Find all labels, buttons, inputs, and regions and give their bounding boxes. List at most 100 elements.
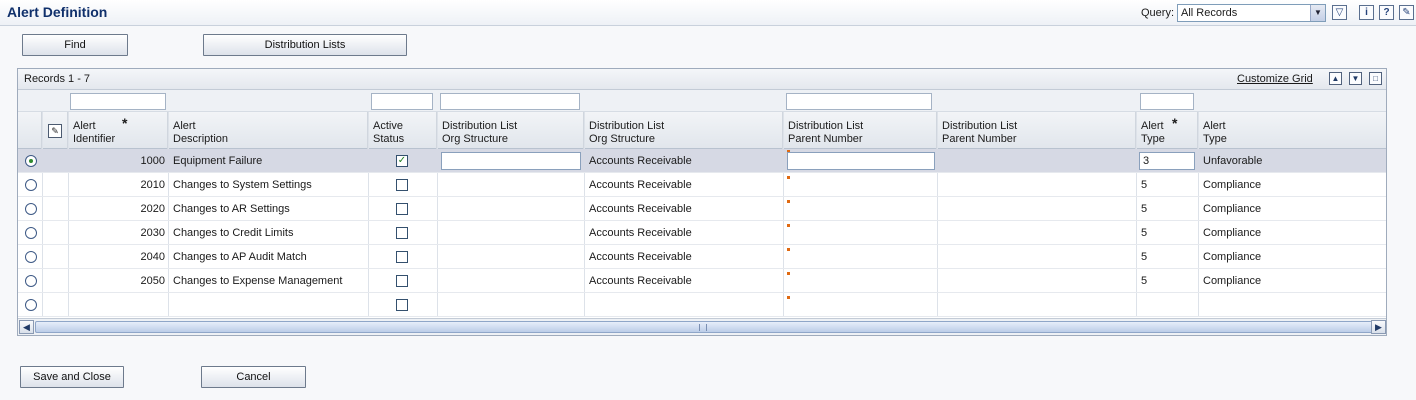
alert-identifier-cell: 2030 bbox=[140, 227, 165, 239]
alert-identifier-cell: 2040 bbox=[140, 251, 165, 263]
alert-type-cell: 5 bbox=[1141, 275, 1148, 287]
col-alert-type-desc[interactable]: Alert Type bbox=[1198, 112, 1386, 149]
org-structure-cell: Accounts Receivable bbox=[589, 251, 692, 263]
active-status-checkbox[interactable] bbox=[396, 179, 408, 191]
org-structure-input[interactable] bbox=[441, 152, 581, 170]
col-alert-type-code[interactable]: Alert Type * bbox=[1136, 112, 1198, 149]
col-parent-number-code[interactable]: Distribution List Parent Number bbox=[783, 112, 937, 149]
parent-number-input[interactable] bbox=[787, 152, 935, 170]
alert-type-desc-cell: Compliance bbox=[1203, 251, 1262, 263]
org-structure-cell bbox=[589, 293, 783, 317]
scroll-right-icon[interactable]: ▶ bbox=[1371, 320, 1386, 334]
qbe-active-status[interactable] bbox=[371, 93, 433, 110]
alert-identifier-cell: 2010 bbox=[140, 179, 165, 191]
col-edit: ✎ bbox=[42, 112, 68, 149]
alert-type-desc-cell: Unfavorable bbox=[1203, 155, 1263, 167]
title-bar: Alert Definition Query: All Records ▼ ▽ … bbox=[0, 0, 1416, 26]
scrollbar-thumb[interactable] bbox=[35, 321, 1373, 333]
row-select-radio[interactable] bbox=[25, 179, 37, 191]
find-button[interactable]: Find bbox=[22, 34, 128, 56]
alert-type-desc-cell: Compliance bbox=[1203, 203, 1262, 215]
alert-identifier-cell: 2020 bbox=[140, 203, 165, 215]
active-status-checkbox[interactable] bbox=[396, 203, 408, 215]
help-icon[interactable]: ? bbox=[1379, 5, 1394, 20]
column-headers: ✎ Alert Identifier * Alert Description A… bbox=[18, 112, 1386, 149]
table-row[interactable]: 2040 Changes to AP Audit Match Accounts … bbox=[18, 245, 1386, 269]
row-select-radio[interactable] bbox=[25, 299, 37, 311]
col-org-structure-code[interactable]: Distribution List Org Structure bbox=[437, 112, 584, 149]
active-status-checkbox[interactable] bbox=[396, 275, 408, 287]
parent-number-marker bbox=[787, 224, 790, 227]
active-status-checkbox[interactable] bbox=[396, 299, 408, 311]
active-status-checkbox[interactable] bbox=[396, 251, 408, 263]
alert-type-desc-cell: Compliance bbox=[1203, 275, 1262, 287]
required-icon: * bbox=[1172, 115, 1178, 131]
col-select bbox=[18, 112, 42, 149]
col-active-status[interactable]: Active Status bbox=[368, 112, 437, 149]
table-row[interactable]: 2030 Changes to Credit Limits Accounts R… bbox=[18, 221, 1386, 245]
filter-icon[interactable]: ▽ bbox=[1332, 5, 1347, 20]
alert-identifier-cell: 1000 bbox=[140, 155, 165, 167]
row-select-radio[interactable] bbox=[25, 227, 37, 239]
page-title: Alert Definition bbox=[7, 4, 108, 20]
alert-type-cell: 5 bbox=[1141, 203, 1148, 215]
horizontal-scrollbar[interactable]: ◀ ▶ bbox=[18, 318, 1386, 335]
alert-type-desc-cell bbox=[1203, 293, 1386, 317]
alert-type-cell bbox=[1141, 293, 1198, 317]
qbe-alert-identifier[interactable] bbox=[70, 93, 166, 110]
alert-description-cell: Changes to Credit Limits bbox=[173, 227, 294, 239]
edit-icon[interactable]: ✎ bbox=[48, 124, 62, 138]
col-parent-number-desc[interactable]: Distribution List Parent Number bbox=[937, 112, 1136, 149]
alert-description-cell bbox=[173, 293, 368, 317]
parent-number-marker bbox=[787, 200, 790, 203]
qbe-org-structure[interactable] bbox=[440, 93, 580, 110]
maximize-icon[interactable]: □ bbox=[1369, 72, 1382, 85]
alert-description-cell: Changes to AR Settings bbox=[173, 203, 290, 215]
alert-type-desc-cell: Compliance bbox=[1203, 179, 1262, 191]
row-select-radio[interactable] bbox=[25, 155, 37, 167]
active-status-checkbox[interactable] bbox=[396, 227, 408, 239]
alert-type-cell: 5 bbox=[1141, 251, 1148, 263]
table-row[interactable]: 2010 Changes to System Settings Accounts… bbox=[18, 173, 1386, 197]
row-select-radio[interactable] bbox=[25, 203, 37, 215]
alert-type-input[interactable]: 3 bbox=[1139, 152, 1195, 170]
save-and-close-button[interactable]: Save and Close bbox=[20, 366, 124, 388]
table-row[interactable]: 1000 Equipment Failure ✓ Accounts Receiv… bbox=[18, 149, 1386, 173]
query-select-value: All Records bbox=[1181, 7, 1238, 19]
row-select-radio[interactable] bbox=[25, 275, 37, 287]
parent-number-marker bbox=[787, 176, 790, 179]
table-row[interactable] bbox=[18, 293, 1386, 317]
distribution-lists-button[interactable]: Distribution Lists bbox=[203, 34, 407, 56]
col-alert-description[interactable]: Alert Description bbox=[168, 112, 368, 149]
alert-grid: Records 1 - 7 Customize Grid ▲ ▼ □ ✎ Ale… bbox=[17, 68, 1387, 336]
qbe-alert-type[interactable] bbox=[1140, 93, 1194, 110]
info-icon[interactable]: i bbox=[1359, 5, 1374, 20]
row-select-radio[interactable] bbox=[25, 251, 37, 263]
import-icon[interactable]: ▼ bbox=[1349, 72, 1362, 85]
parent-number-marker bbox=[787, 272, 790, 275]
alert-description-cell: Changes to System Settings bbox=[173, 179, 312, 191]
customize-grid-link[interactable]: Customize Grid bbox=[1237, 73, 1313, 85]
query-label: Query: bbox=[1141, 7, 1175, 19]
alert-identifier-cell bbox=[68, 293, 168, 317]
col-alert-identifier[interactable]: Alert Identifier * bbox=[68, 112, 168, 149]
table-row[interactable]: 2050 Changes to Expense Management Accou… bbox=[18, 269, 1386, 293]
table-row[interactable]: 2020 Changes to AR Settings Accounts Rec… bbox=[18, 197, 1386, 221]
parent-number-marker bbox=[787, 248, 790, 251]
query-by-example-row bbox=[18, 90, 1386, 112]
pin-icon[interactable]: ✎ bbox=[1399, 5, 1414, 20]
parent-number-marker bbox=[787, 296, 790, 299]
org-structure-cell: Accounts Receivable bbox=[589, 275, 692, 287]
qbe-parent-number[interactable] bbox=[786, 93, 932, 110]
org-structure-cell: Accounts Receivable bbox=[589, 203, 692, 215]
scroll-left-icon[interactable]: ◀ bbox=[19, 320, 34, 334]
cancel-button[interactable]: Cancel bbox=[201, 366, 306, 388]
export-icon[interactable]: ▲ bbox=[1329, 72, 1342, 85]
query-select[interactable]: All Records ▼ bbox=[1177, 4, 1326, 22]
alert-identifier-cell: 2050 bbox=[140, 275, 165, 287]
active-status-checkbox[interactable]: ✓ bbox=[396, 155, 408, 167]
alert-type-cell: 5 bbox=[1141, 179, 1148, 191]
alert-description-cell: Changes to AP Audit Match bbox=[173, 251, 307, 263]
chevron-down-icon[interactable]: ▼ bbox=[1310, 5, 1325, 21]
col-org-structure-desc[interactable]: Distribution List Org Structure bbox=[584, 112, 783, 149]
